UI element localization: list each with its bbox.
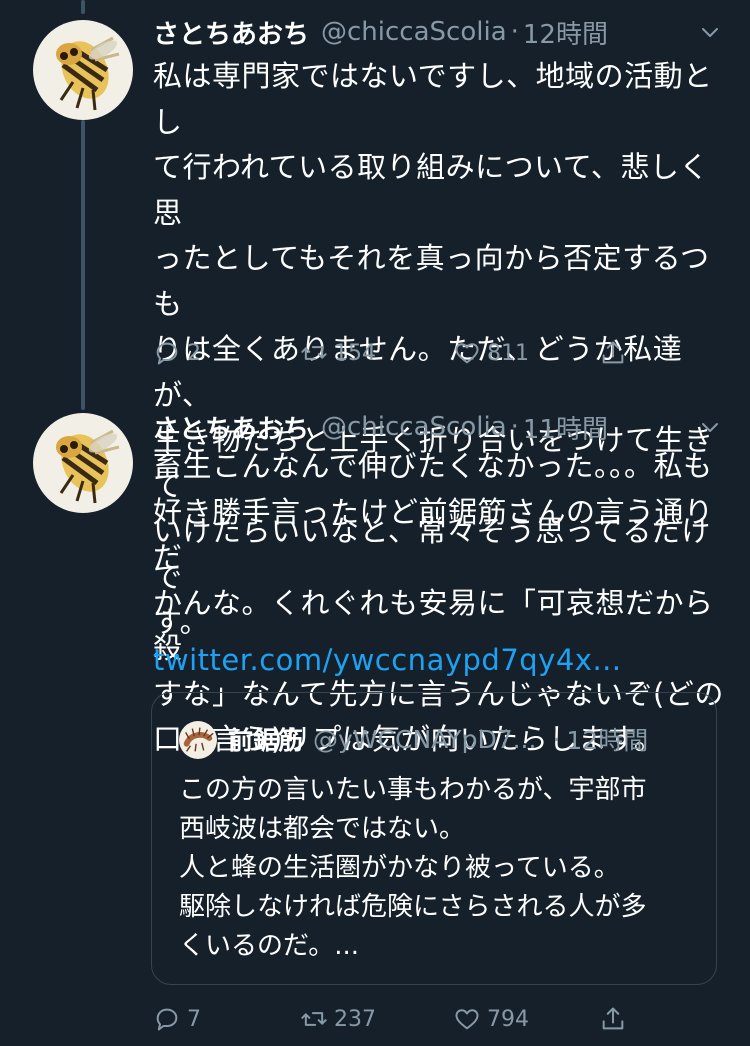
user-handle[interactable]: @chiccaScolia (321, 17, 507, 47)
quote-timestamp: 12時間 (566, 726, 649, 755)
tweet-link[interactable]: twitter.com/ywccnaypd7qy4x... (153, 638, 733, 684)
tweet-actions: 2 154 811 (153, 333, 653, 373)
quote-user-handle: @yWCCNAYpD7... (313, 724, 537, 754)
retweet-icon (301, 1012, 327, 1026)
reply-icon (156, 1008, 178, 1031)
quote-user-name: 前鋸筋 (228, 726, 304, 755)
reply-button[interactable]: 7 (153, 999, 201, 1039)
like-button[interactable]: 794 (453, 999, 529, 1039)
like-count: 794 (487, 1006, 529, 1032)
share-icon (602, 341, 624, 364)
retweet-icon (301, 346, 327, 360)
user-name[interactable]: さとちあおち (153, 14, 309, 51)
separator: · (510, 412, 519, 442)
like-count: 811 (487, 340, 529, 366)
retweet-button[interactable]: 237 (300, 999, 376, 1039)
chevron-down-icon[interactable] (698, 20, 722, 44)
retweet-count: 154 (334, 340, 376, 366)
like-button[interactable]: 811 (453, 333, 529, 373)
reply-icon (156, 342, 178, 365)
quote-text: この方の言いたい事もわかるが、宇部市 西岐波は都会ではない。 人と蜂の生活圏がか… (179, 775, 647, 961)
reply-button[interactable]: 2 (153, 333, 201, 373)
thread-line-top (81, 0, 85, 14)
centipede-avatar-icon[interactable] (179, 721, 217, 759)
timestamp[interactable]: 11時間 (523, 409, 608, 446)
timestamp[interactable]: 12時間 (523, 14, 608, 51)
separator: · (552, 724, 561, 754)
reply-count: 7 (187, 1006, 201, 1032)
quoted-tweet[interactable]: 前鋸筋 @yWCCNAYpD7... · 12時間 この方の言いたい事もわかるが… (151, 692, 717, 985)
like-icon (455, 343, 479, 364)
chevron-down-icon[interactable] (698, 415, 722, 439)
user-name[interactable]: さとちあおち (153, 409, 309, 446)
hornet-avatar-icon[interactable] (33, 20, 133, 120)
share-icon (602, 1007, 624, 1030)
quote-header: 前鋸筋 @yWCCNAYpD7... · 12時間 (228, 719, 648, 759)
tweet-actions: 7 237 794 (153, 999, 653, 1039)
hornet-avatar-icon[interactable] (33, 413, 133, 513)
retweet-button[interactable]: 154 (300, 333, 376, 373)
retweet-count: 237 (334, 1006, 376, 1032)
share-button[interactable] (599, 999, 633, 1039)
share-button[interactable] (599, 333, 633, 373)
tweet-header: さとちあおち @chiccaScolia · 11時間 (153, 407, 608, 447)
like-icon (455, 1009, 479, 1030)
thread-line-middle (81, 120, 85, 410)
user-handle[interactable]: @chiccaScolia (321, 412, 507, 442)
reply-count: 2 (187, 340, 201, 366)
tweet-header: さとちあおち @chiccaScolia · 12時間 (153, 12, 608, 52)
separator: · (510, 17, 519, 47)
